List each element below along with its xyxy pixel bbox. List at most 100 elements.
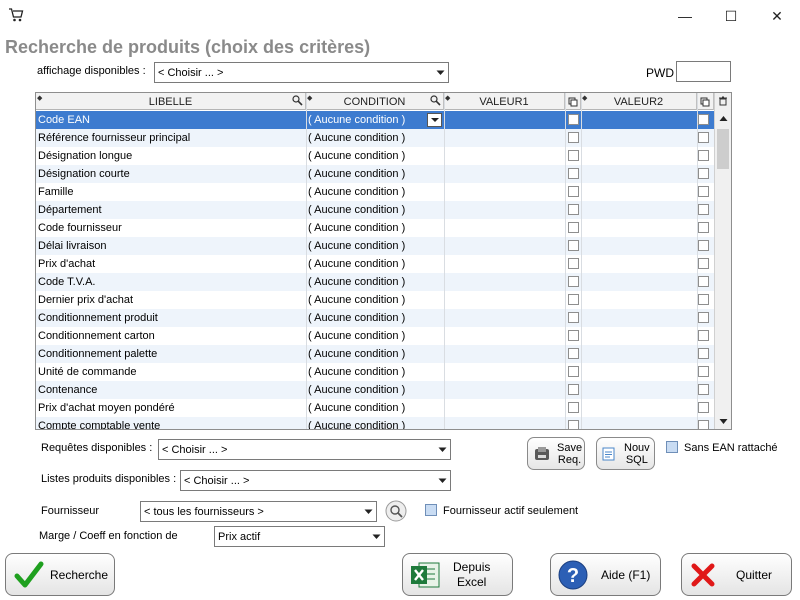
valeur2-checkbox[interactable] [698,330,709,341]
valeur1-checkbox[interactable] [568,348,579,359]
col-header-libelle[interactable]: ◆ LIBELLE [36,93,306,110]
table-row[interactable]: Famille ( Aucune condition ) [36,183,714,201]
valeur2-checkbox[interactable] [698,384,709,395]
valeur1-checkbox[interactable] [568,402,579,413]
close-button[interactable]: ✕ [754,0,800,32]
valeur2-checkbox[interactable] [698,294,709,305]
trash-icon[interactable] [718,96,728,106]
table-row[interactable]: Désignation courte ( Aucune condition ) [36,165,714,183]
table-row[interactable]: Code fournisseur ( Aucune condition ) [36,219,714,237]
depuis-excel-button[interactable]: Depuis Excel [402,553,513,596]
search-icon[interactable] [292,95,303,106]
valeur2-checkbox[interactable] [698,168,709,179]
valeur2-checkbox[interactable] [698,258,709,269]
scroll-down-icon[interactable] [719,418,728,425]
condition-cell[interactable]: ( Aucune condition ) [308,345,442,363]
table-row[interactable]: Délai livraison ( Aucune condition ) [36,237,714,255]
valeur1-checkbox[interactable] [568,258,579,269]
condition-cell[interactable]: ( Aucune condition ) [308,255,442,273]
table-row[interactable]: Code T.V.A. ( Aucune condition ) [36,273,714,291]
col-header-condition[interactable]: ◆ CONDITION [306,93,444,110]
condition-cell[interactable]: ( Aucune condition ) [308,417,442,429]
scroll-thumb[interactable] [717,129,729,169]
table-row[interactable]: Compte comptable vente ( Aucune condition… [36,417,714,429]
col-header-check2[interactable] [697,93,714,110]
valeur2-checkbox[interactable] [698,150,709,161]
nouv-sql-button[interactable]: Nouv SQL [596,437,655,470]
valeur1-checkbox[interactable] [568,240,579,251]
valeur1-checkbox[interactable] [568,420,579,429]
valeur1-checkbox[interactable] [568,204,579,215]
pwd-input[interactable] [676,61,731,82]
valeur1-checkbox[interactable] [568,366,579,377]
valeur2-checkbox[interactable] [698,204,709,215]
search-fournisseur-icon[interactable] [385,500,407,522]
col-header-check1[interactable] [565,93,581,110]
table-row[interactable]: Département ( Aucune condition ) [36,201,714,219]
table-row[interactable]: Conditionnement palette ( Aucune conditio… [36,345,714,363]
table-row[interactable]: Prix d'achat ( Aucune condition ) [36,255,714,273]
requetes-select[interactable]: < Choisir ... > [158,439,451,460]
condition-cell[interactable]: ( Aucune condition ) [308,273,442,291]
valeur2-checkbox[interactable] [698,348,709,359]
valeur1-checkbox[interactable] [568,168,579,179]
condition-cell[interactable]: ( Aucune condition ) [308,291,442,309]
valeur1-checkbox[interactable] [568,186,579,197]
quitter-button[interactable]: Quitter [681,553,792,596]
table-row[interactable]: Contenance ( Aucune condition ) [36,381,714,399]
table-row[interactable]: Désignation longue ( Aucune condition ) [36,147,714,165]
valeur2-checkbox[interactable] [698,366,709,377]
condition-cell[interactable]: ( Aucune condition ) [308,147,442,165]
condition-dropdown-button[interactable] [427,113,442,127]
valeur1-checkbox[interactable] [568,114,579,125]
listes-select[interactable]: < Choisir ... > [180,470,451,491]
criteria-grid[interactable]: ◆ LIBELLE ◆ CONDITION ◆ VALEUR1 ◆ VALEUR… [35,92,732,430]
valeur2-checkbox[interactable] [698,186,709,197]
table-row[interactable]: Conditionnement carton ( Aucune condition… [36,327,714,345]
valeur2-checkbox[interactable] [698,402,709,413]
condition-cell[interactable]: ( Aucune condition ) [308,201,442,219]
grid-scrollbar[interactable] [714,93,731,429]
valeur2-checkbox[interactable] [698,276,709,287]
table-row[interactable]: Unité de commande ( Aucune condition ) [36,363,714,381]
valeur2-checkbox[interactable] [698,240,709,251]
condition-cell[interactable]: ( Aucune condition ) [308,363,442,381]
condition-cell[interactable]: ( Aucune condition ) [308,183,442,201]
col-header-valeur1[interactable]: ◆ VALEUR1 [444,93,565,110]
save-req-button[interactable]: Save Req. [527,437,585,470]
scroll-up-icon[interactable] [719,115,728,122]
condition-cell[interactable]: ( Aucune condition ) [308,129,442,147]
table-row[interactable]: Code EAN ( Aucune condition ) [36,111,714,129]
table-row[interactable]: Dernier prix d'achat ( Aucune condition ) [36,291,714,309]
table-row[interactable]: Conditionnement produit ( Aucune conditio… [36,309,714,327]
condition-cell[interactable]: ( Aucune condition ) [308,237,442,255]
marge-select[interactable]: Prix actif [214,526,385,547]
condition-cell[interactable]: ( Aucune condition ) [308,381,442,399]
valeur1-checkbox[interactable] [568,294,579,305]
condition-cell[interactable]: ( Aucune condition ) [308,111,442,129]
condition-cell[interactable]: ( Aucune condition ) [308,327,442,345]
valeur2-checkbox[interactable] [698,114,709,125]
recherche-button[interactable]: Recherche [5,553,115,596]
valeur2-checkbox[interactable] [698,312,709,323]
valeur1-checkbox[interactable] [568,132,579,143]
valeur1-checkbox[interactable] [568,330,579,341]
condition-cell[interactable]: ( Aucune condition ) [308,399,442,417]
fournisseur-select[interactable]: < tous les fournisseurs > [140,501,377,522]
col-header-valeur2[interactable]: ◆ VALEUR2 [581,93,697,110]
condition-cell[interactable]: ( Aucune condition ) [308,219,442,237]
valeur1-checkbox[interactable] [568,312,579,323]
valeur1-checkbox[interactable] [568,276,579,287]
fournisseur-actif-checkbox[interactable] [425,504,437,516]
table-row[interactable]: Référence fournisseur principal ( Aucune … [36,129,714,147]
affichage-select[interactable]: < Choisir ... > [154,62,449,83]
valeur1-checkbox[interactable] [568,150,579,161]
maximize-button[interactable]: ☐ [708,0,754,32]
valeur2-checkbox[interactable] [698,132,709,143]
minimize-button[interactable]: — [662,0,708,32]
aide-button[interactable]: ? Aide (F1) [550,553,661,596]
search-icon[interactable] [430,95,441,106]
valeur2-checkbox[interactable] [698,222,709,233]
table-row[interactable]: Prix d'achat moyen pondéré ( Aucune condi… [36,399,714,417]
valeur1-checkbox[interactable] [568,222,579,233]
